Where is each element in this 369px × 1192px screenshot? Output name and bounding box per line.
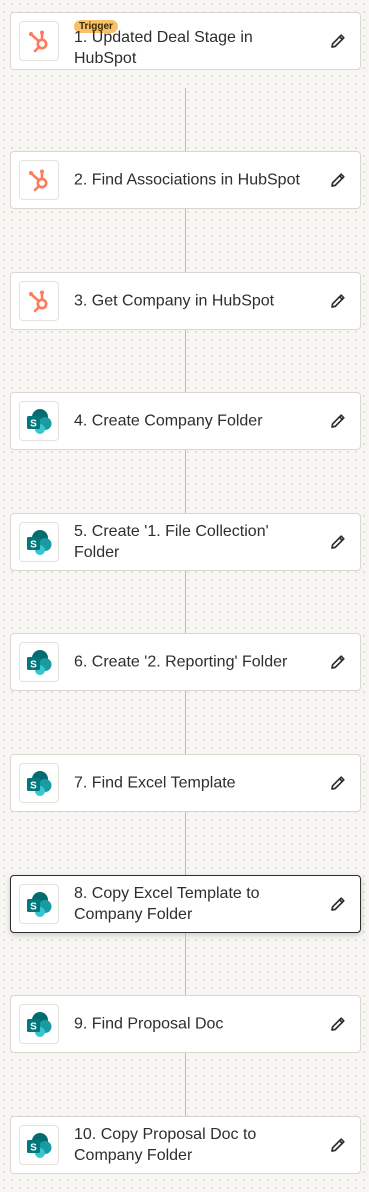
hubspot-icon: [19, 21, 59, 61]
step-7-card[interactable]: S 7. Find Excel Template: [10, 754, 361, 812]
pencil-icon[interactable]: [326, 409, 350, 433]
sharepoint-icon: S: [19, 884, 59, 924]
sharepoint-icon: S: [19, 522, 59, 562]
step-5-card[interactable]: S 5. Create '1. File Collection' Folder: [10, 513, 361, 571]
step-title: 4. Create Company Folder: [74, 412, 263, 430]
step-connector: [182, 330, 189, 393]
svg-text:S: S: [30, 1022, 37, 1033]
sharepoint-icon: S: [19, 401, 59, 441]
step-4-card[interactable]: S 4. Create Company Folder: [10, 392, 361, 450]
step-title: 5. Create '1. File Collection' Folder: [74, 523, 269, 561]
step-connector: [182, 812, 189, 876]
step-connector: [182, 209, 189, 273]
svg-text:S: S: [30, 781, 37, 792]
pencil-icon[interactable]: [326, 650, 350, 674]
svg-text:S: S: [30, 660, 37, 671]
step-title: 8. Copy Excel Template to Company Folder: [74, 885, 260, 923]
svg-text:S: S: [30, 1143, 37, 1154]
step-8-card[interactable]: S 8. Copy Excel Template to Company Fold…: [10, 875, 361, 933]
hubspot-icon: [19, 281, 59, 321]
step-title: 2. Find Associations in HubSpot: [74, 171, 300, 189]
pencil-icon[interactable]: [326, 29, 350, 53]
sharepoint-icon: S: [19, 763, 59, 803]
pencil-icon[interactable]: [326, 1133, 350, 1157]
step-connector: [182, 1053, 189, 1117]
pencil-icon[interactable]: [326, 1012, 350, 1036]
step-title: 9. Find Proposal Doc: [74, 1015, 224, 1033]
step-10-card[interactable]: S 10. Copy Proposal Doc to Company Folde…: [10, 1116, 361, 1174]
step-connector: [182, 691, 189, 755]
step-6-card[interactable]: S 6. Create '2. Reporting' Folder: [10, 633, 361, 691]
pencil-icon[interactable]: [326, 892, 350, 916]
sharepoint-icon: S: [19, 1004, 59, 1044]
svg-text:S: S: [30, 902, 37, 913]
step-connector: [182, 933, 189, 996]
step-title: 3. Get Company in HubSpot: [74, 292, 275, 310]
sharepoint-icon: S: [19, 642, 59, 682]
step-2-card[interactable]: 2. Find Associations in HubSpot: [10, 151, 361, 209]
pencil-icon[interactable]: [326, 530, 350, 554]
zap-flow: Trigger 1. Updated Deal Stage in HubSpot…: [0, 0, 369, 1192]
step-connector: [182, 571, 189, 634]
svg-text:S: S: [30, 419, 37, 430]
step-title: 7. Find Excel Template: [74, 774, 236, 792]
sharepoint-icon: S: [19, 1125, 59, 1165]
step-title: 6. Create '2. Reporting' Folder: [74, 653, 288, 671]
pencil-icon[interactable]: [326, 289, 350, 313]
pencil-icon[interactable]: [326, 771, 350, 795]
hubspot-icon: [19, 160, 59, 200]
step-title: 1. Updated Deal Stage in HubSpot: [74, 29, 253, 67]
pencil-icon[interactable]: [326, 168, 350, 192]
step-3-card[interactable]: 3. Get Company in HubSpot: [10, 272, 361, 330]
step-title: 10. Copy Proposal Doc to Company Folder: [74, 1126, 257, 1164]
step-connector: [182, 450, 189, 514]
step-9-card[interactable]: S 9. Find Proposal Doc: [10, 995, 361, 1053]
svg-text:S: S: [30, 540, 37, 551]
step-1-card[interactable]: Trigger 1. Updated Deal Stage in HubSpot: [10, 12, 361, 70]
step-connector: [182, 88, 189, 152]
